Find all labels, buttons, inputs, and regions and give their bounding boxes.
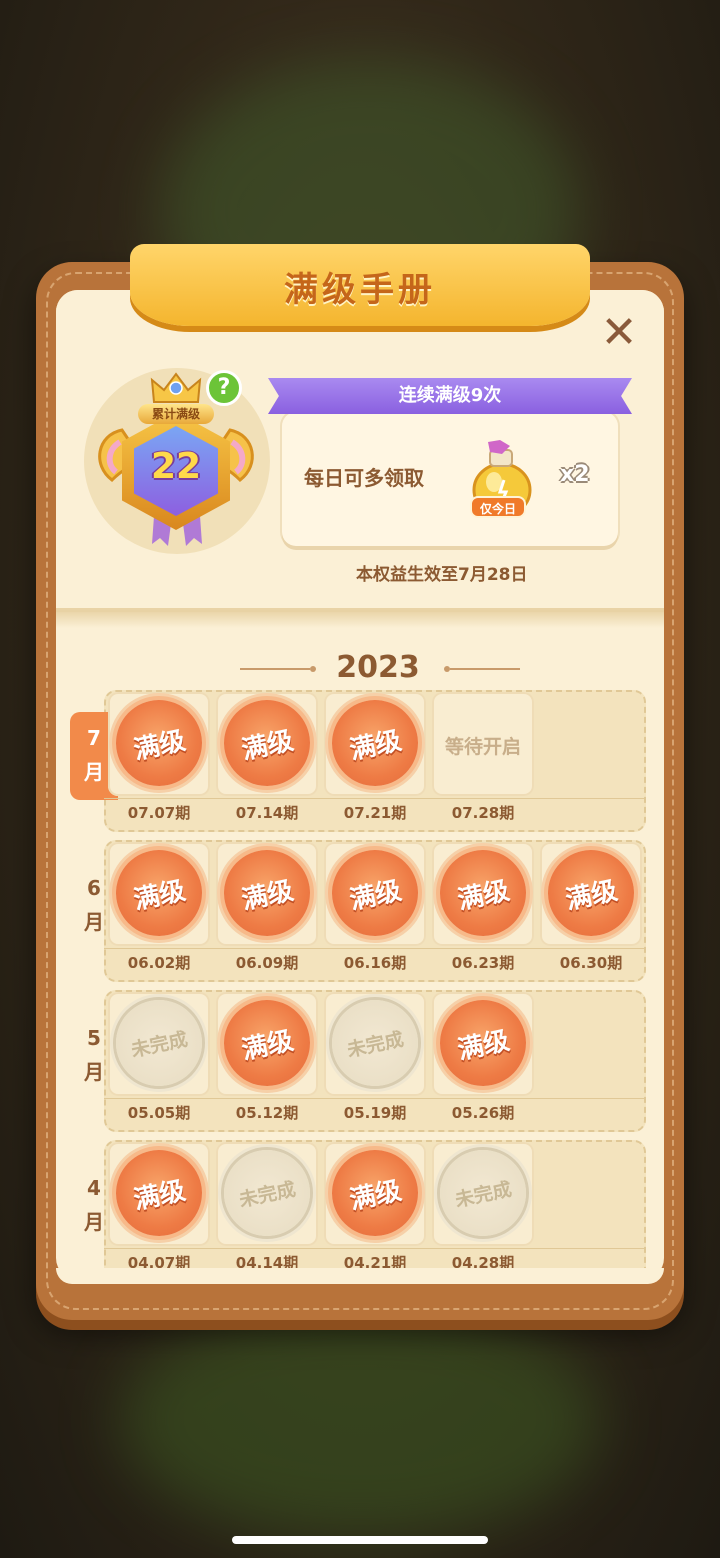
max-level-stamp: 满级	[215, 691, 319, 795]
period-status: 满级	[454, 875, 513, 916]
period-label: 06.02期	[127, 954, 191, 972]
close-icon: ✕	[600, 307, 638, 358]
period-label: 06.30期	[559, 954, 623, 972]
period-status: 满级	[346, 725, 405, 766]
period-status: 未完成	[237, 1177, 298, 1212]
period-cell[interactable]: 满级	[431, 991, 535, 1096]
max-level-stamp: 满级	[107, 841, 211, 945]
period-label: 05.12期	[235, 1104, 299, 1122]
max-level-stamp: 满级	[107, 691, 211, 795]
title-ribbon: 满级手册	[130, 244, 590, 326]
period-label: 05.26期	[451, 1104, 515, 1122]
period-label: 07.21期	[343, 804, 407, 822]
period-cell[interactable]: 满级	[539, 841, 643, 946]
max-level-stamp: 满级	[431, 841, 535, 945]
period-label: 06.16期	[343, 954, 407, 972]
reward-text: 每日可多领取	[304, 466, 424, 490]
period-label: 07.28期	[451, 804, 515, 822]
max-level-stamp: 满级	[323, 841, 427, 945]
empty-cell	[540, 992, 642, 1096]
period-status: 满级	[346, 875, 405, 916]
row-divider	[104, 798, 646, 799]
period-status: 满级	[238, 725, 297, 766]
row-divider	[104, 1098, 646, 1099]
page-fold-shadow	[56, 610, 664, 628]
period-status: 满级	[130, 875, 189, 916]
period-status: 满级	[238, 875, 297, 916]
crown-icon	[150, 372, 202, 403]
period-cell[interactable]: 未完成	[431, 1141, 535, 1246]
max-level-stamp: 满级	[539, 841, 643, 945]
period-status: 满级	[346, 1175, 405, 1216]
period-cell[interactable]: 满级	[323, 691, 427, 796]
period-status: 等待开启	[444, 736, 521, 758]
period-cell[interactable]: 满级	[107, 841, 211, 946]
potion-badge: 仅今日	[470, 496, 526, 518]
max-level-stamp: 满级	[107, 1141, 211, 1245]
page-title: 满级手册	[284, 270, 436, 310]
period-status: 满级	[130, 1175, 189, 1216]
period-cell[interactable]: 满级	[323, 841, 427, 946]
period-label: 05.19期	[343, 1104, 407, 1122]
year-heading: 2023	[336, 650, 420, 685]
period-cell[interactable]: 满级	[107, 1141, 211, 1246]
period-cell[interactable]: 满级	[431, 841, 535, 946]
streak-banner: 连续满级9次	[268, 378, 632, 414]
period-label: 07.14期	[235, 804, 299, 822]
background-blob	[120, 1300, 600, 1540]
row-divider	[104, 948, 646, 949]
max-level-stamp: 满级	[215, 991, 319, 1095]
medal-label: 累计满级	[138, 404, 214, 424]
max-level-stamp: 满级	[215, 841, 319, 945]
max-level-stamp: 满级	[323, 691, 427, 795]
valid-until-text: 本权益生效至7月28日	[356, 565, 528, 585]
incomplete-stamp: 未完成	[107, 991, 211, 1095]
incomplete-stamp: 未完成	[323, 991, 427, 1095]
period-cell[interactable]: 满级	[215, 691, 319, 796]
max-level-stamp: 满级	[323, 1141, 427, 1245]
year-divider-right	[450, 668, 520, 670]
reward-multiplier: x2	[560, 462, 590, 487]
incomplete-stamp: 未完成	[215, 1141, 319, 1245]
period-label: 06.09期	[235, 954, 299, 972]
period-status: 未完成	[345, 1027, 406, 1062]
period-cell[interactable]: 未完成	[107, 991, 211, 1096]
period-cell[interactable]: 满级	[215, 991, 319, 1096]
period-label: 05.05期	[127, 1104, 191, 1122]
incomplete-stamp: 未完成	[431, 1141, 535, 1245]
period-cell[interactable]: 满级	[107, 691, 211, 796]
max-level-stamp: 满级	[431, 991, 535, 1095]
close-button[interactable]: ✕	[598, 307, 640, 358]
medal-count: 22	[150, 446, 202, 487]
empty-cell	[540, 1142, 642, 1246]
period-status: 满级	[454, 1025, 513, 1066]
period-status: 未完成	[129, 1027, 190, 1062]
period-cell[interactable]: 未完成	[323, 991, 427, 1096]
page-bottom-edge	[56, 1268, 664, 1284]
period-label: 06.23期	[451, 954, 515, 972]
help-icon[interactable]: ?	[206, 370, 242, 406]
period-cell[interactable]: 满级	[323, 1141, 427, 1246]
period-cell[interactable]: 等待开启	[432, 692, 534, 796]
period-cell[interactable]: 未完成	[215, 1141, 319, 1246]
period-status: 满级	[130, 725, 189, 766]
period-status: 满级	[238, 1025, 297, 1066]
period-status: 满级	[562, 875, 621, 916]
period-label: 07.07期	[127, 804, 191, 822]
period-status: 未完成	[453, 1177, 514, 1212]
period-cell[interactable]: 满级	[215, 841, 319, 946]
row-divider	[104, 1248, 646, 1249]
empty-cell	[540, 692, 642, 796]
home-indicator[interactable]	[232, 1536, 488, 1544]
